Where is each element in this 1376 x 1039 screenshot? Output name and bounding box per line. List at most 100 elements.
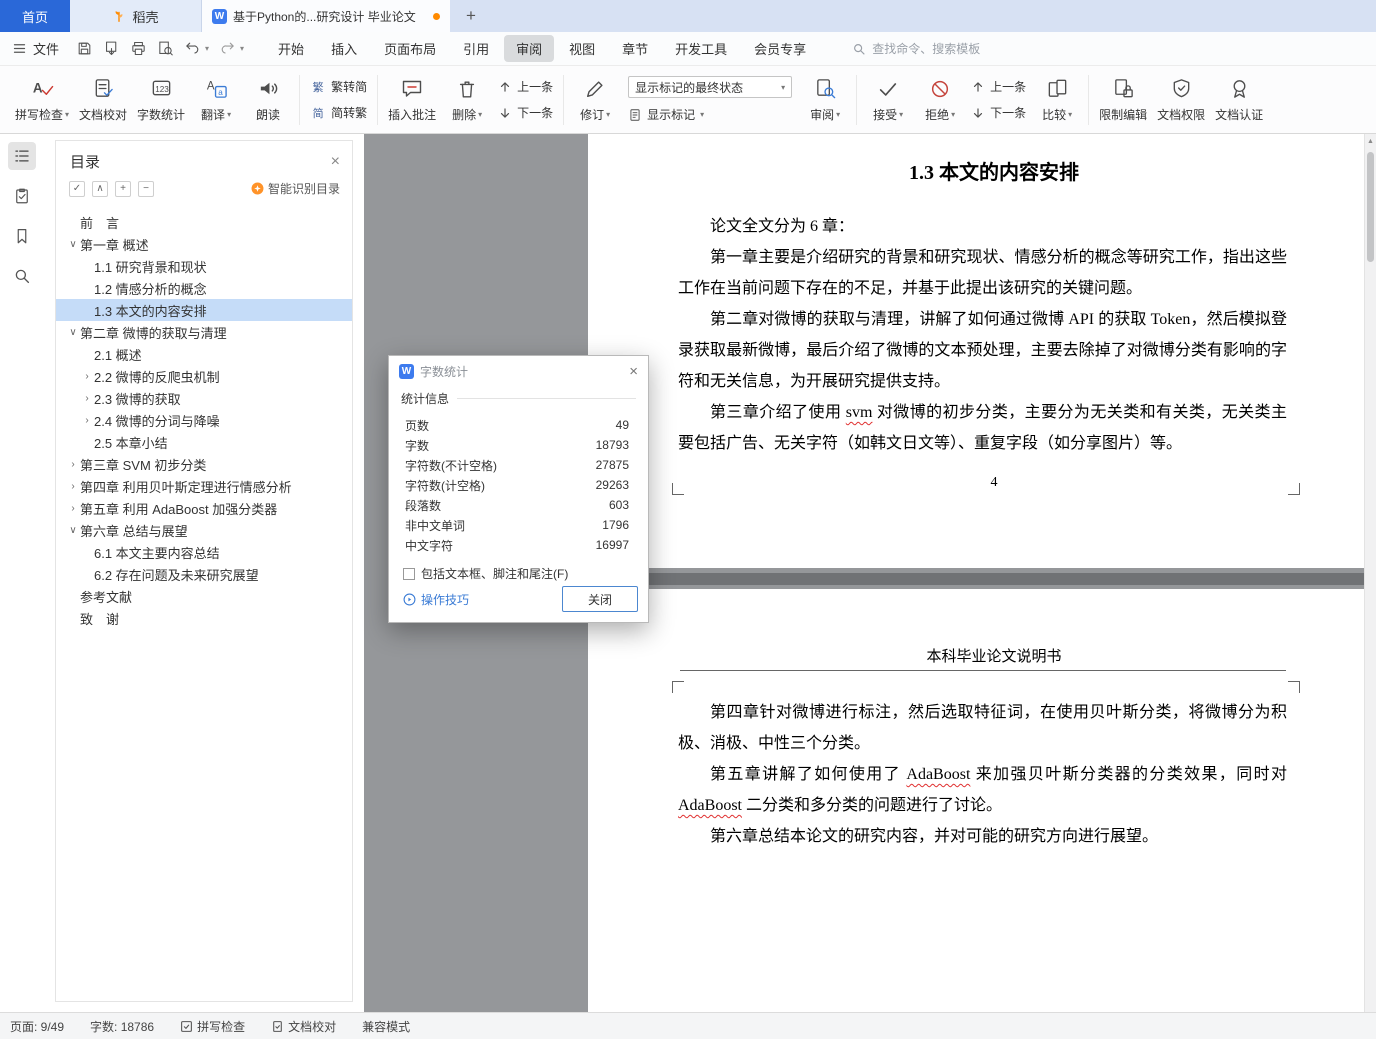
document-tab[interactable]: W 基于Python的...研究设计 毕业论文 bbox=[202, 0, 450, 32]
toc-item[interactable]: 1.3 本文的内容安排 bbox=[56, 299, 352, 321]
toc-close-icon[interactable]: × bbox=[331, 153, 340, 170]
new-tab-button[interactable]: + bbox=[450, 0, 492, 32]
toc-right-arrow-icon[interactable]: › bbox=[80, 371, 94, 382]
status-compat-mode[interactable]: 兼容模式 bbox=[362, 1018, 410, 1035]
print-preview-icon[interactable] bbox=[156, 40, 174, 58]
home-tab[interactable]: 首页 bbox=[0, 0, 70, 32]
simp-to-trad-button[interactable]: 简 简转繁 bbox=[310, 104, 368, 121]
toc-right-arrow-icon[interactable]: › bbox=[80, 415, 94, 426]
toc-item[interactable]: 1.1 研究背景和现状 bbox=[56, 255, 352, 277]
next-change-button[interactable]: 下一条 bbox=[971, 104, 1026, 121]
toc-right-arrow-icon[interactable]: › bbox=[66, 481, 80, 492]
toc-collapse-icon[interactable]: ∧ bbox=[92, 180, 108, 197]
toc-item[interactable]: 参考文献 bbox=[56, 585, 352, 607]
markup-state-select[interactable]: 显示标记的最终状态 ▾ bbox=[628, 76, 793, 98]
menu-tab-dev-tools[interactable]: 开发工具 bbox=[663, 35, 739, 62]
toc-item[interactable]: › 第四章 利用贝叶斯定理进行情感分析 bbox=[56, 475, 352, 497]
toc-item[interactable]: ∨ 第一章 概述 bbox=[56, 233, 352, 255]
toc-right-arrow-icon[interactable]: › bbox=[66, 503, 80, 514]
spell-check-button[interactable]: A 拼写检查 ▾ bbox=[10, 70, 74, 130]
toc-item[interactable]: 2.5 本章小结 bbox=[56, 431, 352, 453]
delete-button[interactable]: 删除 ▾ bbox=[441, 70, 493, 130]
checkbox-icon[interactable] bbox=[403, 567, 415, 580]
toc-item[interactable]: › 2.3 微博的获取 bbox=[56, 387, 352, 409]
prev-change-button[interactable]: 上一条 bbox=[971, 78, 1026, 95]
vertical-scrollbar[interactable]: ▲ bbox=[1364, 134, 1376, 1012]
show-markup-button[interactable]: 显示标记 ▾ bbox=[628, 106, 792, 123]
toc-item[interactable]: 致 谢 bbox=[56, 607, 352, 629]
track-changes-button[interactable]: 修订 ▾ bbox=[569, 70, 621, 130]
toc-item[interactable]: 6.2 存在问题及未来研究展望 bbox=[56, 563, 352, 585]
doc-proof-button[interactable]: 文档校对 bbox=[74, 70, 132, 130]
next-comment-button[interactable]: 下一条 bbox=[498, 104, 553, 121]
toc-expand-all-icon[interactable]: + bbox=[115, 180, 131, 197]
toc-down-arrow-icon[interactable]: ∨ bbox=[66, 239, 80, 250]
toc-down-arrow-icon[interactable]: ∨ bbox=[66, 525, 80, 536]
tips-link[interactable]: 操作技巧 bbox=[403, 591, 469, 608]
toc-item[interactable]: › 2.2 微博的反爬虫机制 bbox=[56, 365, 352, 387]
read-aloud-button[interactable]: 朗读 bbox=[242, 70, 294, 130]
toc-right-arrow-icon[interactable]: › bbox=[80, 393, 94, 404]
review-button[interactable]: 审阅 ▾ bbox=[799, 70, 851, 130]
trad-to-simp-button[interactable]: 繁 繁转简 bbox=[310, 78, 368, 95]
file-menu-button[interactable]: 文件 bbox=[0, 39, 69, 58]
menu-tab-references[interactable]: 引用 bbox=[451, 35, 501, 62]
undo-icon[interactable] bbox=[183, 40, 201, 58]
print-icon[interactable] bbox=[129, 40, 147, 58]
translate-button[interactable]: Aa 翻译 ▾ bbox=[190, 70, 242, 130]
document-page-1[interactable]: 1.3 本文的内容安排 论文全文分为 6 章： 第一章主要是介绍研究的背景和研究现… bbox=[588, 134, 1376, 568]
dialog-close-icon[interactable]: × bbox=[629, 364, 638, 379]
toc-item[interactable]: ∨ 第二章 微博的获取与清理 bbox=[56, 321, 352, 343]
status-words[interactable]: 字数: 18786 bbox=[90, 1018, 154, 1035]
scroll-up-icon[interactable]: ▲ bbox=[1365, 134, 1376, 148]
toc-item[interactable]: 2.1 概述 bbox=[56, 343, 352, 365]
include-footnotes-checkbox[interactable]: 包括文本框、脚注和尾注(F) bbox=[403, 565, 648, 582]
toc-item[interactable]: ∨ 第六章 总结与展望 bbox=[56, 519, 352, 541]
toc-item[interactable]: › 第三章 SVM 初步分类 bbox=[56, 453, 352, 475]
undo-dropdown-icon[interactable]: ▾ bbox=[205, 44, 209, 53]
reject-button[interactable]: 拒绝 ▾ bbox=[914, 70, 966, 130]
redo-dropdown-icon[interactable]: ▾ bbox=[240, 44, 244, 53]
menu-tab-member[interactable]: 会员专享 bbox=[742, 35, 818, 62]
menu-tab-review[interactable]: 审阅 bbox=[504, 35, 555, 62]
toc-down-arrow-icon[interactable]: ∨ bbox=[66, 327, 80, 338]
document-page-2[interactable]: 本科毕业论文说明书 第四章针对微博进行标注，然后选取特征词，在使用贝叶斯分类，将… bbox=[588, 589, 1376, 1012]
menu-tab-start[interactable]: 开始 bbox=[266, 35, 316, 62]
toc-right-arrow-icon[interactable]: › bbox=[66, 459, 80, 470]
menu-tab-page-layout[interactable]: 页面布局 bbox=[372, 35, 448, 62]
doc-permission-button[interactable]: 文档权限 bbox=[1152, 70, 1210, 130]
bookmark-panel-button[interactable] bbox=[8, 222, 36, 250]
word-count-button[interactable]: 123 字数统计 bbox=[132, 70, 190, 130]
status-spell-check[interactable]: 拼写检查 bbox=[180, 1018, 245, 1035]
docer-tab[interactable]: 稻壳 bbox=[70, 0, 202, 32]
toc-item[interactable]: 前 言 bbox=[56, 211, 352, 233]
menu-tab-insert[interactable]: 插入 bbox=[319, 35, 369, 62]
toc-item[interactable]: › 2.4 微博的分词与降噪 bbox=[56, 409, 352, 431]
export-icon[interactable] bbox=[102, 40, 120, 58]
status-page[interactable]: 页面: 9/49 bbox=[10, 1018, 64, 1035]
proof-panel-button[interactable] bbox=[8, 182, 36, 210]
close-button[interactable]: 关闭 bbox=[562, 586, 638, 612]
save-icon[interactable] bbox=[75, 40, 93, 58]
status-doc-proof[interactable]: 文档校对 bbox=[271, 1018, 336, 1035]
command-search[interactable]: 查找命令、搜索模板 bbox=[852, 40, 980, 57]
outline-panel-button[interactable] bbox=[8, 142, 36, 170]
toc-collapse-all-icon[interactable]: − bbox=[138, 180, 154, 197]
dialog-titlebar[interactable]: W 字数统计 × bbox=[389, 356, 648, 386]
compare-button[interactable]: 比较 ▾ bbox=[1031, 70, 1083, 130]
menu-tab-section[interactable]: 章节 bbox=[610, 35, 660, 62]
insert-comment-button[interactable]: 插入批注 bbox=[383, 70, 441, 130]
scrollbar-thumb[interactable] bbox=[1367, 152, 1374, 262]
menu-tab-view[interactable]: 视图 bbox=[557, 35, 607, 62]
redo-icon[interactable] bbox=[218, 40, 236, 58]
toc-item[interactable]: › 第五章 利用 AdaBoost 加强分类器 bbox=[56, 497, 352, 519]
restrict-edit-button[interactable]: 限制编辑 bbox=[1094, 70, 1152, 130]
doc-certify-button[interactable]: 文档认证 bbox=[1210, 70, 1268, 130]
toc-item[interactable]: 1.2 情感分析的概念 bbox=[56, 277, 352, 299]
toc-item[interactable]: 6.1 本文主要内容总结 bbox=[56, 541, 352, 563]
accept-button[interactable]: 接受 ▾ bbox=[862, 70, 914, 130]
toc-select-icon[interactable]: ✓ bbox=[69, 180, 85, 197]
smart-toc-button[interactable]: 智能识别目录 bbox=[251, 180, 340, 197]
prev-comment-button[interactable]: 上一条 bbox=[498, 78, 553, 95]
find-panel-button[interactable] bbox=[8, 262, 36, 290]
